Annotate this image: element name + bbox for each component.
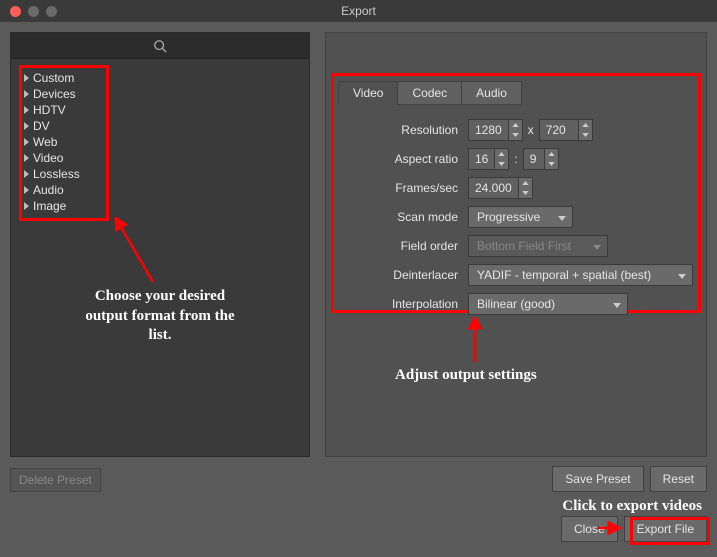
resolution-width-stepper[interactable]: 1280 (468, 119, 523, 141)
chevron-right-icon (24, 74, 29, 82)
aspect-w-stepper[interactable]: 16 (468, 148, 509, 170)
preset-buttons: Save Preset Reset (552, 466, 707, 492)
titlebar: Export (0, 0, 717, 22)
sidebar-item-label: Devices (33, 87, 76, 101)
chevron-right-icon (24, 170, 29, 178)
resolution-label: Resolution (338, 123, 468, 137)
scan-mode-dropdown[interactable]: Progressive (468, 206, 573, 228)
close-icon[interactable] (10, 6, 21, 17)
resolution-height-stepper[interactable]: 720 (539, 119, 593, 141)
value: 1280 (469, 123, 508, 137)
sidebar-item-hdtv[interactable]: HDTV (22, 102, 106, 118)
chevron-down-icon[interactable] (509, 130, 522, 140)
value: Bottom Field First (477, 239, 571, 253)
field-order-dropdown: Bottom Field First (468, 235, 608, 257)
sidebar-item-dv[interactable]: DV (22, 118, 106, 134)
field-label: Field order (338, 239, 468, 253)
chevron-down-icon (613, 297, 621, 311)
settings-panel: Video Codec Audio Resolution 1280 x 720 … (325, 32, 707, 457)
chevron-up-icon[interactable] (519, 178, 532, 188)
sidebar-item-audio[interactable]: Audio (22, 182, 106, 198)
chevron-down-icon[interactable] (545, 159, 558, 169)
chevron-up-icon[interactable] (495, 149, 508, 159)
value: Bilinear (good) (477, 297, 555, 311)
save-preset-button[interactable]: Save Preset (552, 466, 643, 492)
annotation-export: Click to export videos (562, 498, 702, 515)
sidebar-item-devices[interactable]: Devices (22, 86, 106, 102)
action-buttons: Close Export File (561, 516, 707, 542)
chevron-down-icon[interactable] (495, 159, 508, 169)
deinterlacer-label: Deinterlacer (338, 268, 468, 282)
chevron-right-icon (24, 90, 29, 98)
window-controls (0, 6, 57, 17)
value: Progressive (477, 210, 540, 224)
sidebar-item-web[interactable]: Web (22, 134, 106, 150)
separator: : (514, 152, 517, 166)
search-input[interactable] (11, 33, 309, 59)
sidebar-item-label: Lossless (33, 167, 80, 181)
annotation-arrow-icon (465, 317, 485, 367)
interpolation-label: Interpolation (338, 297, 468, 311)
chevron-down-icon (558, 210, 566, 224)
annotation-left: Choose your desired output format from t… (75, 287, 245, 346)
deinterlacer-dropdown[interactable]: YADIF - temporal + spatial (best) (468, 264, 693, 286)
sidebar-item-label: DV (33, 119, 50, 133)
search-icon (153, 39, 167, 53)
sidebar-item-label: Video (33, 151, 63, 165)
sidebar-item-label: Custom (33, 71, 74, 85)
chevron-up-icon[interactable] (509, 120, 522, 130)
scan-label: Scan mode (338, 210, 468, 224)
export-file-button[interactable]: Export File (624, 516, 707, 542)
chevron-up-icon[interactable] (579, 120, 592, 130)
value: 720 (540, 123, 578, 137)
settings-form: Resolution 1280 x 720 Aspect ratio 16 : (338, 118, 694, 321)
sidebar-item-label: Image (33, 199, 66, 213)
tab-audio[interactable]: Audio (461, 81, 522, 105)
tab-row: Video Codec Audio (338, 81, 522, 105)
chevron-right-icon (24, 202, 29, 210)
separator: x (528, 123, 534, 137)
window-title: Export (0, 4, 717, 18)
sidebar-item-image[interactable]: Image (22, 198, 106, 214)
fps-stepper[interactable]: 24.000 (468, 177, 533, 199)
chevron-right-icon (24, 138, 29, 146)
value: YADIF - temporal + spatial (best) (477, 268, 651, 282)
preset-tree: Custom Devices HDTV DV Web Video Lossles… (11, 59, 309, 227)
chevron-up-icon[interactable] (545, 149, 558, 159)
preset-highlight-box: Custom Devices HDTV DV Web Video Lossles… (19, 65, 109, 221)
aspect-h-stepper[interactable]: 9 (523, 148, 559, 170)
value: 24.000 (469, 181, 518, 195)
chevron-right-icon (24, 106, 29, 114)
reset-button[interactable]: Reset (650, 466, 707, 492)
maximize-icon[interactable] (46, 6, 57, 17)
chevron-down-icon[interactable] (579, 130, 592, 140)
sidebar-item-label: Audio (33, 183, 64, 197)
sidebar-item-lossless[interactable]: Lossless (22, 166, 106, 182)
annotation-arrow-icon (595, 521, 625, 535)
tab-video[interactable]: Video (338, 81, 398, 105)
chevron-down-icon (593, 239, 601, 253)
delete-preset-button: Delete Preset (10, 468, 101, 492)
minimize-icon[interactable] (28, 6, 39, 17)
value: 9 (524, 152, 544, 166)
content: Custom Devices HDTV DV Web Video Lossles… (0, 22, 717, 557)
chevron-right-icon (24, 122, 29, 130)
chevron-down-icon[interactable] (519, 188, 532, 198)
chevron-right-icon (24, 186, 29, 194)
value: 16 (469, 152, 494, 166)
chevron-down-icon (678, 268, 686, 282)
sidebar-item-label: HDTV (33, 103, 66, 117)
tab-codec[interactable]: Codec (397, 81, 462, 105)
interpolation-dropdown[interactable]: Bilinear (good) (468, 293, 628, 315)
annotation-right: Adjust output settings (395, 367, 537, 384)
aspect-label: Aspect ratio (338, 152, 468, 166)
sidebar-item-video[interactable]: Video (22, 150, 106, 166)
chevron-right-icon (24, 154, 29, 162)
sidebar-item-custom[interactable]: Custom (22, 70, 106, 86)
annotation-arrow-icon (113, 217, 163, 287)
sidebar-item-label: Web (33, 135, 57, 149)
fps-label: Frames/sec (338, 181, 468, 195)
